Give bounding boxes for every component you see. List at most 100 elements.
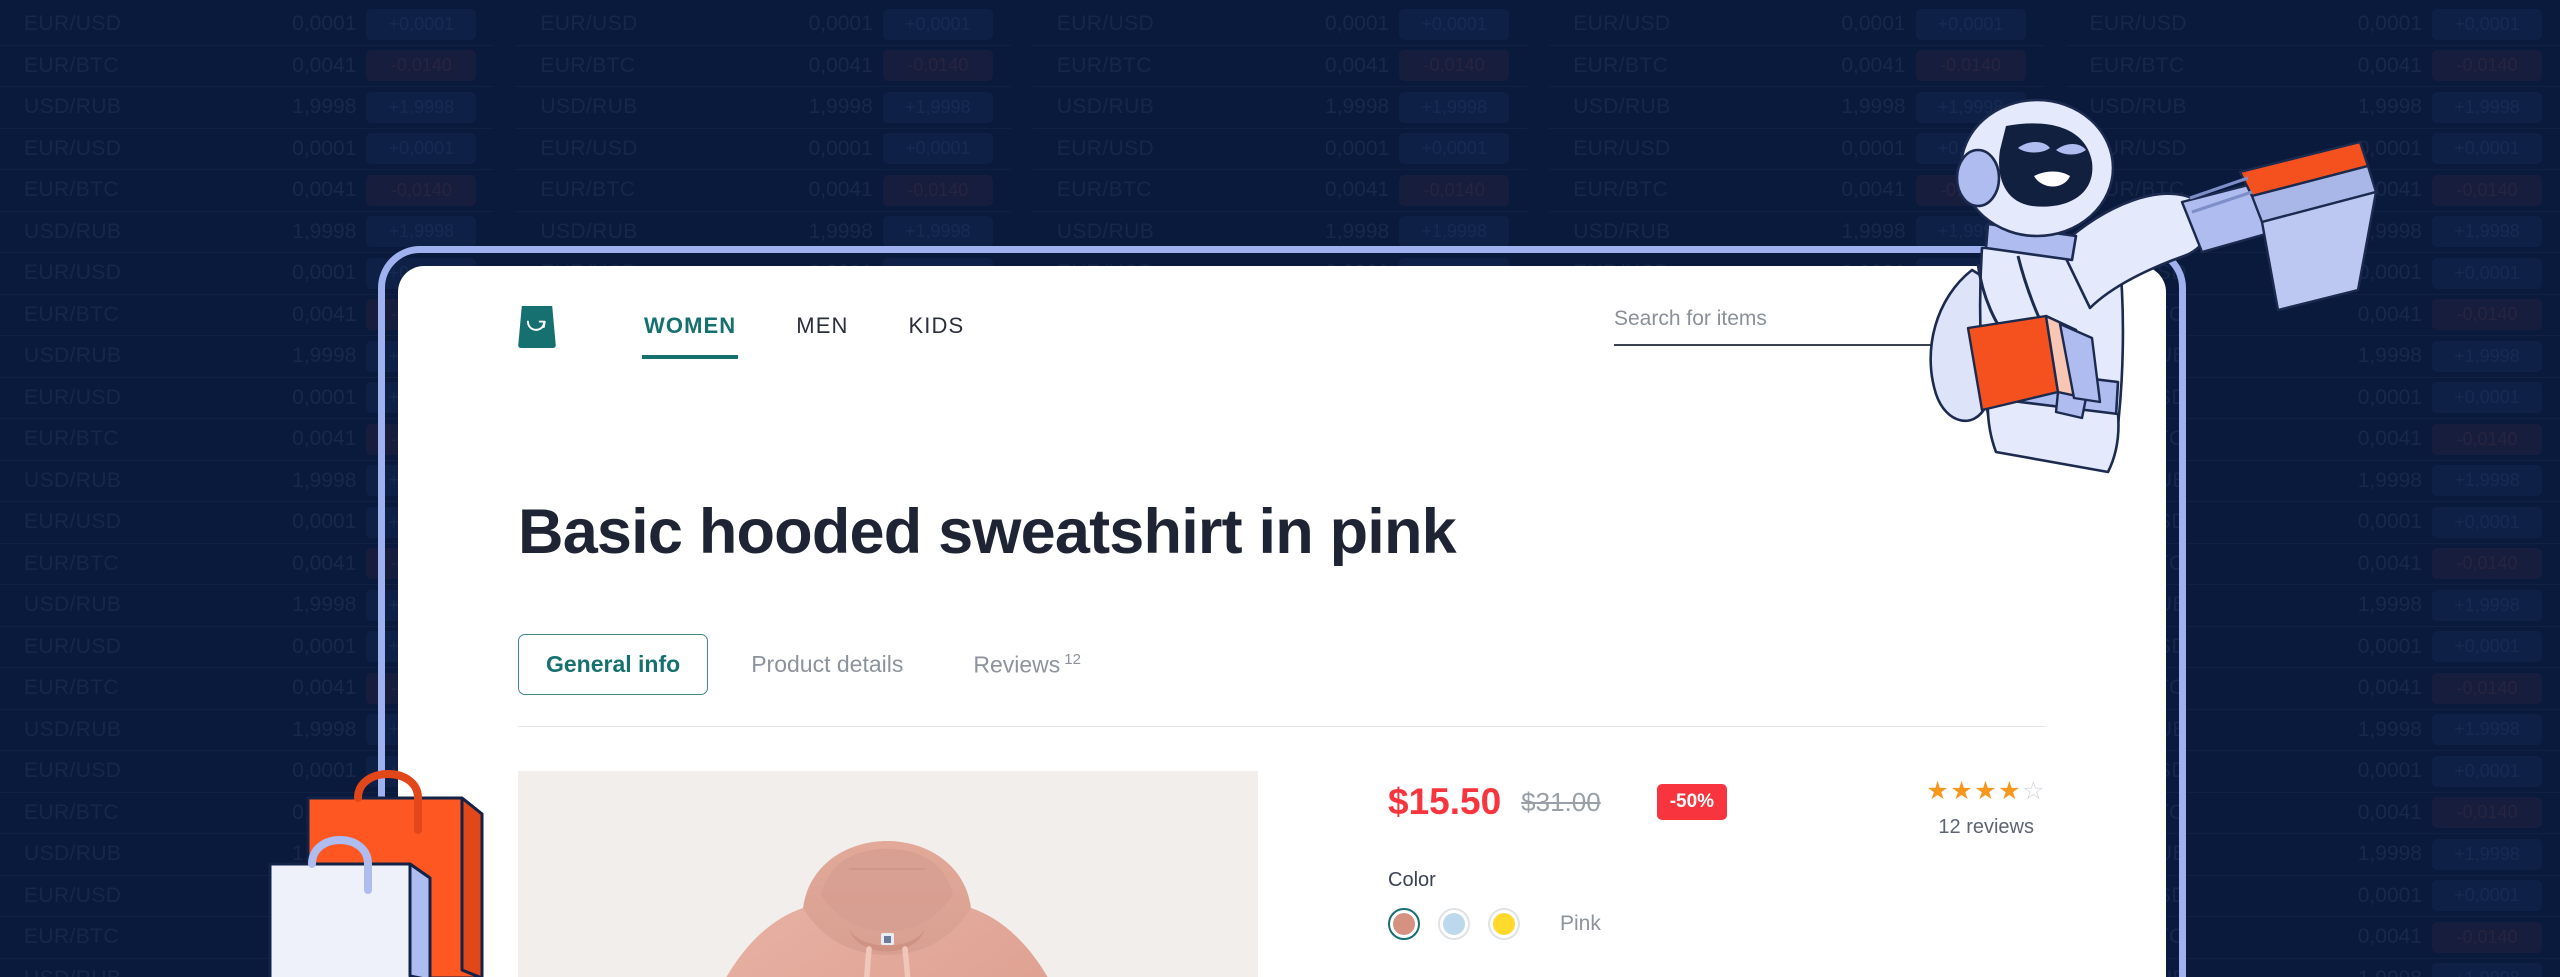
color-swatch-light-blue-dot [1443, 913, 1465, 935]
ticker-value: 0,0041 [2357, 800, 2422, 824]
ticker-change-chip: -0,0140 [2431, 299, 2542, 331]
search-bar[interactable] [1614, 306, 2012, 346]
color-swatch-yellow[interactable] [1488, 908, 1520, 940]
ticker-pair: EUR/BTC [24, 53, 119, 77]
nav-item-women[interactable]: WOMEN [614, 266, 766, 386]
ticker-row: EUR/USD 0,0001 +0,0001 [1032, 129, 1528, 170]
ticker-change-chip: +0,0001 [882, 8, 993, 40]
ticker-change-chip: +0,0001 [1915, 133, 2026, 165]
ticker-change-chip: -0,0140 [1915, 174, 2026, 206]
ticker-pair: EUR/USD [24, 759, 122, 783]
product-details-panel: $15.50 $31.00 -50% ★★★★☆ 12 reviews Colo… [1258, 771, 2046, 977]
nav-item-kids[interactable]: KIDS [878, 266, 994, 386]
main-navigation: WOMEN MEN KIDS [614, 266, 994, 386]
ticker-value: 0,0001 [292, 883, 357, 907]
ticker-row: EUR/USD 0,0001 +0,0001 [0, 129, 495, 170]
ticker-pair: EUR/BTC [24, 925, 119, 949]
ticker-pair: EUR/BTC [540, 53, 636, 77]
shopping-bag-logo[interactable] [518, 306, 556, 348]
color-swatch-yellow-dot [1493, 913, 1515, 935]
current-price: $15.50 [1388, 781, 1502, 822]
ticker-pair: EUR/BTC [1056, 178, 1152, 202]
ticker-value: 0,0001 [292, 261, 357, 285]
search-input[interactable] [1614, 307, 1978, 331]
tab-general-info[interactable]: General info [518, 634, 709, 695]
ticker-row: EUR/BTC 0,0041 -0,0140 [1549, 170, 2044, 212]
ticker-pair: USD/RUB [24, 967, 174, 977]
ticker-value: 0,0001 [292, 12, 357, 36]
ticker-value: 0,0041 [292, 551, 357, 575]
ticker-change-chip: +1,9998 [882, 216, 993, 248]
ticker-value: 1,9998 [2357, 842, 2422, 866]
ticker-change-chip: +1,9998 [1399, 216, 1510, 248]
ticker-row: USD/RUB 1,9998 +1,9998 [1032, 87, 1528, 129]
ticker-change-chip: +0,0001 [1915, 8, 2026, 40]
user-icon[interactable] [2066, 311, 2096, 341]
ticker-value: 0,0041 [808, 53, 873, 77]
ticker-pair: USD/RUB [24, 593, 122, 617]
ticker-value: 1,9998 [292, 593, 357, 617]
color-swatch-light-blue[interactable] [1438, 908, 1470, 940]
ticker-value: 0,0041 [292, 925, 357, 949]
ticker-pair: USD/RUB [24, 219, 122, 243]
tab-reviews-label: Reviews [973, 651, 1061, 678]
search-icon[interactable] [1986, 306, 2012, 332]
ticker-pair: USD/RUB [1573, 219, 1671, 243]
tab-reviews[interactable]: Reviews 12 [946, 635, 1108, 695]
ticker-row: EUR/USD 0,0001 +0,0001 [1549, 4, 2044, 46]
ticker-pair: EUR/BTC [2089, 178, 2185, 202]
ticker-change-chip: +1,9998 [882, 91, 993, 123]
ticker-pair: USD/RUB [24, 95, 122, 119]
ticker-pair: USD/RUB [24, 842, 122, 866]
ticker-row: EUR/BTC 0,0041 -0,0140 [1032, 46, 1528, 87]
ticker-pair: USD/RUB [24, 468, 122, 492]
ticker-value: 1,9998 [2357, 468, 2422, 492]
ticker-value: 0,0041 [2357, 551, 2422, 575]
ticker-pair: EUR/USD [24, 12, 122, 36]
ticker-value: 1,9998 [1324, 219, 1390, 243]
ticker-change-chip: +0,0001 [1399, 8, 1510, 40]
ticker-row: EUR/USD 0,0001 +0,0001 [2065, 4, 2560, 46]
ticker-pair: EUR/USD [24, 883, 122, 907]
ticker-value: 1,9998 [292, 219, 357, 243]
tab-general-info-label: General info [546, 651, 681, 677]
ticker-change-chip: -0,0140 [2431, 174, 2542, 206]
ticker-pair: USD/RUB [1056, 95, 1155, 119]
ticker-value: 0,0001 [292, 759, 357, 783]
star-icon: ★ [1974, 777, 1999, 805]
header-actions [1614, 306, 2096, 346]
color-swatch-pink[interactable] [1388, 908, 1420, 940]
ticker-pair: EUR/BTC [1056, 53, 1152, 77]
ticker-row: EUR/BTC 0,0041 -0,0140 [1549, 46, 2044, 87]
ticker-change-chip: +0,0001 [2431, 8, 2542, 40]
ticker-pair: EUR/BTC [1573, 178, 1669, 202]
site-header: WOMEN MEN KIDS [398, 266, 2166, 386]
ticker-row: EUR/USD 0,0001 +0,0001 [2065, 129, 2560, 170]
ticker-row: EUR/USD 0,0001 +0,0001 [0, 4, 495, 46]
star-empty-icon: ☆ [2022, 777, 2046, 805]
ticker-change-chip: +1,9998 [2431, 216, 2542, 248]
ticker-change-chip: +0,0001 [2431, 257, 2542, 289]
ticker-value: 0,0041 [292, 53, 357, 77]
ticker-value: 0,0041 [2357, 925, 2422, 949]
ticker-value: 0,0041 [292, 178, 357, 202]
ticker-pair: EUR/USD [540, 136, 638, 160]
ticker-value: 1,9998 [292, 717, 357, 741]
ticker-row: USD/RUB 1,9998 +1,9998 [1549, 87, 2044, 129]
ticker-row: USD/RUB 1,9998 +1,9998 [516, 87, 1011, 129]
ticker-value: 1,9998 [292, 95, 357, 119]
ticker-pair: USD/RUB [540, 95, 638, 119]
product-image[interactable] [518, 771, 1258, 977]
ticker-value: 1,9998 [292, 842, 357, 866]
nav-item-men[interactable]: MEN [766, 266, 878, 386]
screenshot-stage: EUR/USD 0,0001 +0,0001 EUR/BTC 0,0041 -0,0140… [0, 0, 2560, 977]
ticker-change-chip: +1,9998 [1915, 91, 2026, 123]
ticker-value: 0,0041 [2357, 53, 2422, 77]
tab-product-details-label: Product details [751, 651, 904, 677]
ticker-pair: USD/RUB [2089, 95, 2187, 119]
ticker-value: 1,9998 [1841, 95, 1906, 119]
tab-product-details[interactable]: Product details [724, 635, 930, 694]
star-icon: ★ [1950, 777, 1975, 805]
ticker-pair: EUR/USD [24, 261, 122, 285]
ticker-change-chip: -0,0140 [882, 174, 993, 206]
